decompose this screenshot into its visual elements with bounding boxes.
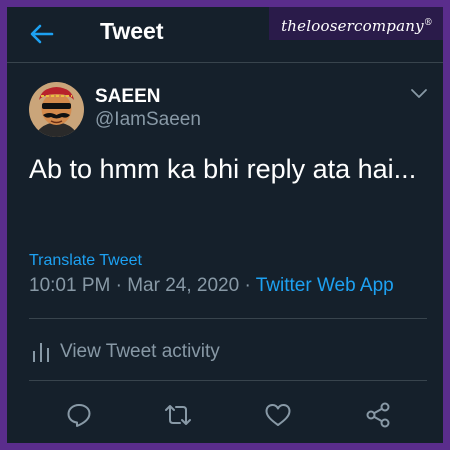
tweet-detail-screen: Tweet theloosercompany® SAEEN @IamSaeen … [7, 7, 443, 443]
reply-icon [67, 404, 91, 427]
tweet-text: Ab to hmm ka bhi reply ata hai... [29, 154, 417, 184]
translate-tweet-link[interactable]: Translate Tweet [29, 252, 142, 270]
bar-chart-icon [33, 343, 49, 362]
more-options-button[interactable] [409, 83, 429, 103]
registered-mark: ® [423, 18, 433, 28]
retweet-button[interactable] [163, 400, 193, 430]
author-name[interactable]: SAEEN [95, 86, 160, 108]
divider [29, 380, 427, 381]
avatar[interactable] [29, 82, 84, 137]
watermark-text: theloosercompany [281, 17, 424, 35]
author-handle[interactable]: @IamSaeen [95, 109, 201, 131]
divider [29, 318, 427, 319]
tweet-source-link[interactable]: Twitter Web App [256, 275, 394, 296]
chevron-down-icon [411, 89, 427, 98]
page-title: Tweet [100, 18, 164, 44]
like-icon [265, 404, 291, 426]
arrow-left-icon [30, 24, 54, 44]
meta-separator: · [244, 275, 251, 296]
meta-separator: · [115, 275, 122, 296]
tweet-meta: 10:01 PM · Mar 24, 2020 · Twitter Web Ap… [29, 275, 394, 297]
share-icon [366, 402, 390, 428]
reply-button[interactable] [64, 400, 94, 430]
like-button[interactable] [263, 400, 293, 430]
back-button[interactable] [27, 19, 57, 49]
view-tweet-activity-button[interactable]: View Tweet activity [32, 340, 220, 364]
view-tweet-activity-label: View Tweet activity [60, 341, 220, 362]
share-button[interactable] [363, 400, 393, 430]
retweet-icon [165, 405, 191, 425]
tweet-time: 10:01 PM [29, 275, 111, 296]
cartoon-avatar-image [29, 82, 84, 137]
tweet-date: Mar 24, 2020 [127, 275, 240, 296]
watermark-logo: theloosercompany® [269, 7, 443, 40]
